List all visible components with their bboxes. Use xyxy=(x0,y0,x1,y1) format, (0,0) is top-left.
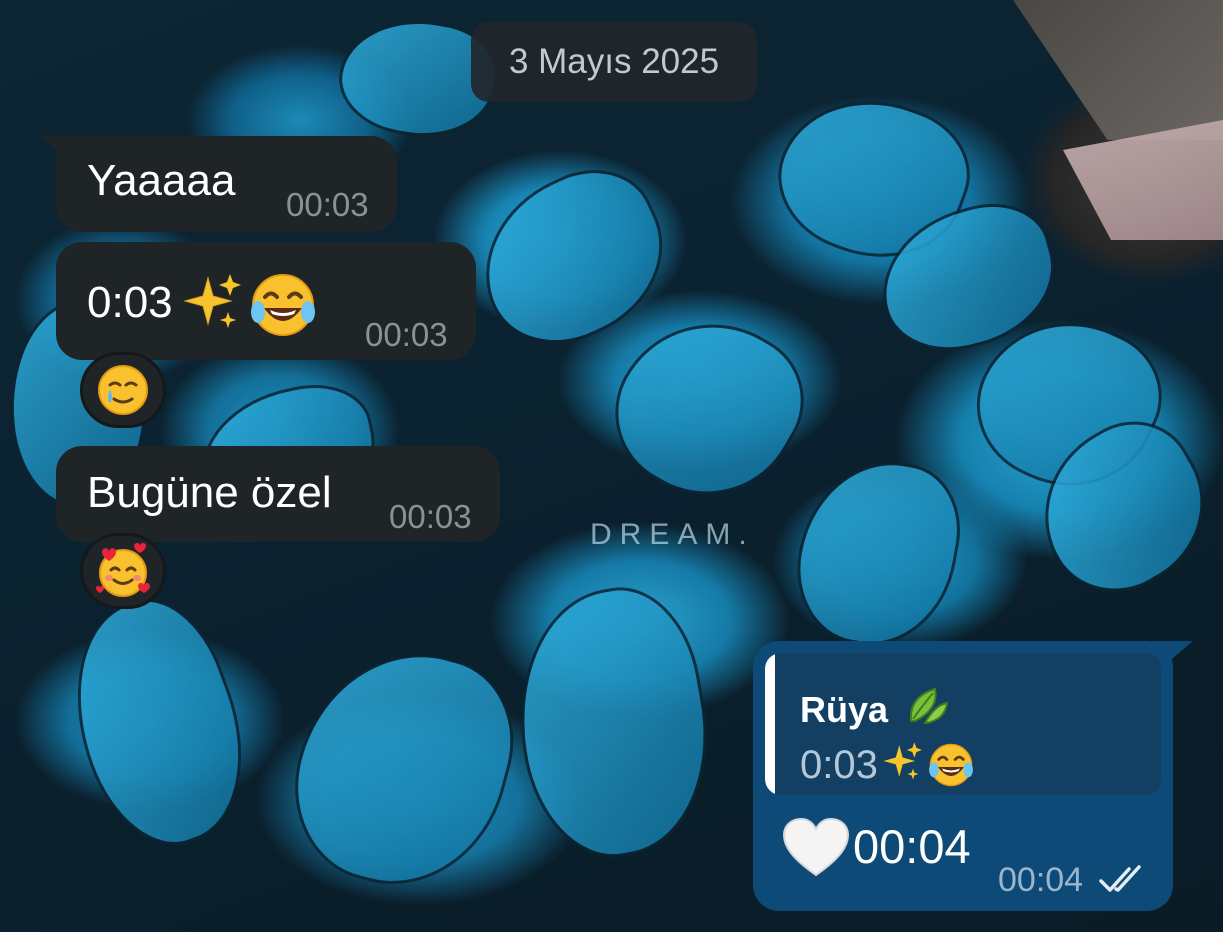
message-time: 00:03 xyxy=(286,186,369,223)
incoming-message[interactable]: 0:03 00:03 xyxy=(56,242,476,360)
message-time: 00:03 xyxy=(365,316,448,353)
double-check-icon xyxy=(1099,865,1147,895)
incoming-message[interactable]: Yaaaaa 00:03 xyxy=(40,136,397,232)
face-with-tears-of-joy-icon xyxy=(927,741,975,789)
butterfly-wing xyxy=(498,575,728,871)
wallpaper-corner-pink xyxy=(1063,120,1223,240)
butterfly-wing xyxy=(42,580,274,866)
wallpaper-watermark: DREAM. xyxy=(590,518,755,551)
sparkles-icon xyxy=(880,741,924,785)
message-time: 00:04 xyxy=(998,861,1084,899)
leaves-icon xyxy=(905,683,949,727)
outgoing-message[interactable]: Rüya 0:03 00:04 00:04 xyxy=(753,641,1193,911)
message-text: 00:04 xyxy=(853,820,971,873)
smiling-face-with-hearts-icon xyxy=(94,542,152,600)
date-separator: 3 Mayıs 2025 xyxy=(471,22,757,102)
message-text: Bugüne özel xyxy=(87,468,332,517)
message-text: Yaaaaa xyxy=(87,156,236,205)
message-text: 0:03 xyxy=(87,278,173,327)
white-heart-icon xyxy=(781,817,851,879)
reply-text: 0:03 xyxy=(800,743,878,787)
incoming-message[interactable]: Bugüne özel 00:03 xyxy=(56,446,500,542)
sparkles-icon xyxy=(180,272,244,336)
message-reaction[interactable] xyxy=(80,352,166,428)
message-text-row: 0:03 xyxy=(87,278,173,328)
butterfly-wing xyxy=(455,148,691,368)
message-reaction[interactable] xyxy=(80,533,166,609)
reply-quote[interactable]: Rüya 0:03 xyxy=(765,653,1161,795)
butterfly-wing xyxy=(587,287,829,529)
face-with-tear-icon xyxy=(96,363,150,417)
reply-sender-name: Rüya xyxy=(800,689,889,730)
wallpaper-corner xyxy=(1013,0,1223,140)
butterfly-wing xyxy=(272,627,534,909)
message-time: 00:03 xyxy=(389,498,472,535)
reply-text-row: 0:03 xyxy=(800,743,878,788)
reply-accent-bar xyxy=(765,653,775,795)
butterfly-wing xyxy=(785,447,971,659)
face-with-tears-of-joy-icon xyxy=(248,270,318,340)
